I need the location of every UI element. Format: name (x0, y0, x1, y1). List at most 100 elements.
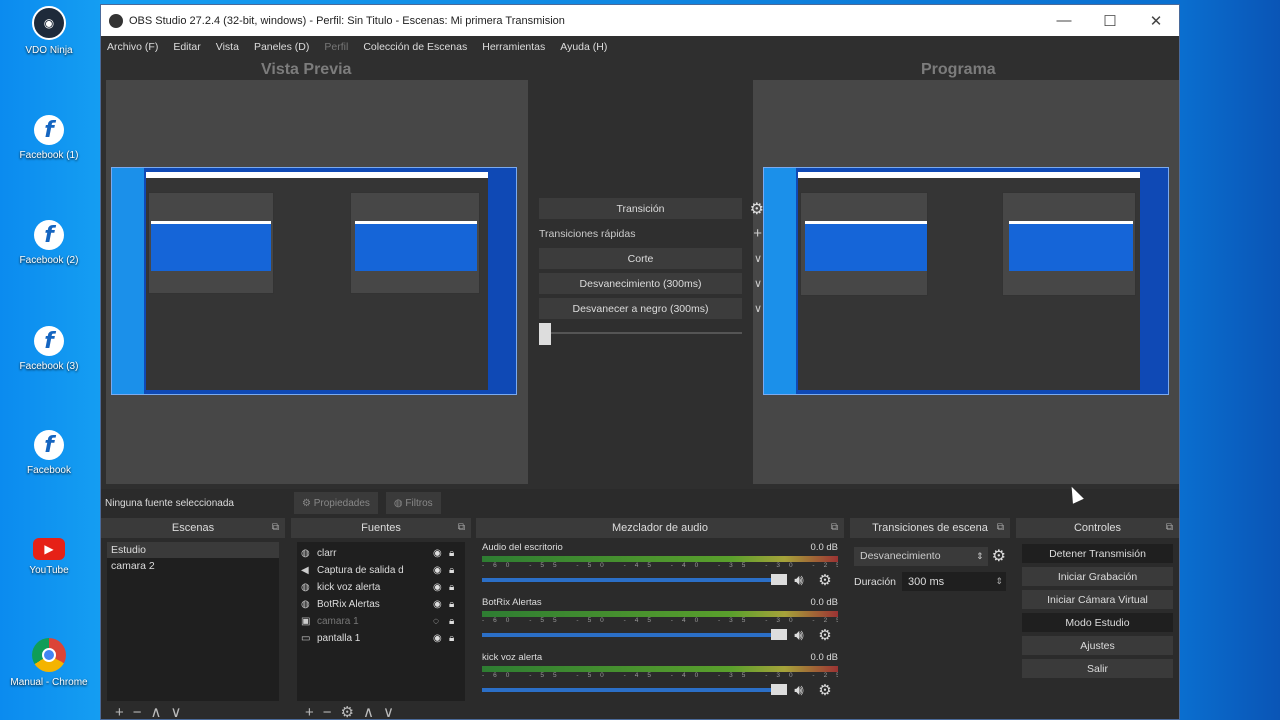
menu-ayuda[interactable]: Ayuda (H) (560, 41, 607, 53)
lock-icon[interactable]: 🔒︎ (449, 633, 465, 644)
gear-icon[interactable]: ⚙ (750, 199, 764, 219)
move-down-icon[interactable]: ∨ (171, 704, 191, 720)
eye-icon[interactable]: ◉ (433, 565, 449, 576)
desktop-icon-facebook[interactable]: f Facebook (6, 428, 92, 476)
remove-icon[interactable]: − (323, 704, 341, 720)
chevron-down-icon[interactable]: ∨ (754, 302, 762, 315)
desktop-icon-label: Facebook (1) (19, 150, 79, 161)
source-item[interactable]: ◍ kick voz alerta ◉ 🔒︎ (297, 579, 465, 596)
quick-transition-fade-black[interactable]: Desvanecer a negro (300ms) ∨ (539, 298, 762, 319)
gear-icon[interactable]: ⚙ (812, 681, 838, 699)
gear-icon[interactable]: ⚙ (992, 546, 1006, 566)
source-item[interactable]: ▣ camara 1 ◌ 🔒︎ (297, 613, 465, 630)
menu-paneles[interactable]: Paneles (D) (254, 41, 309, 53)
lock-icon[interactable]: 🔒︎ (449, 582, 465, 593)
desktop-icon-facebook-3[interactable]: f Facebook (3) (6, 324, 92, 372)
lock-icon[interactable]: 🔒︎ (449, 565, 465, 576)
spin-icon[interactable]: ⇕ (995, 576, 1003, 587)
transition-button[interactable]: Transición ⚙ (539, 198, 764, 219)
title-bar[interactable]: OBS Studio 27.2.4 (32-bit, windows) - Pe… (101, 5, 1179, 36)
float-icon[interactable]: ⧉ (831, 518, 838, 538)
scenes-header: Escenas ⧉ (101, 518, 285, 538)
plus-icon[interactable]: + (753, 225, 762, 242)
settings-button[interactable]: Ajustes (1022, 636, 1173, 655)
transition-slider[interactable] (539, 323, 742, 345)
lock-icon[interactable]: 🔒︎ (449, 616, 465, 627)
float-icon[interactable]: ⧉ (1166, 518, 1173, 538)
add-icon[interactable]: + (305, 704, 323, 720)
volume-slider-handle[interactable] (771, 629, 787, 640)
menu-vista[interactable]: Vista (216, 41, 239, 53)
scene-item-estudio[interactable]: Estudio (107, 542, 279, 558)
start-virtual-camera-button[interactable]: Iniciar Cámara Virtual (1022, 590, 1173, 609)
volume-slider-handle[interactable] (771, 574, 787, 585)
volume-slider-handle[interactable] (771, 684, 787, 695)
desktop-icon-youtube[interactable]: ▶ YouTube (6, 538, 92, 576)
volume-slider[interactable] (482, 574, 787, 585)
desktop-icon-chrome[interactable]: Manual - Chrome (6, 638, 92, 688)
preview-nested-program (350, 192, 480, 294)
menu-archivo[interactable]: Archivo (F) (107, 41, 158, 53)
source-item[interactable]: ▭ pantalla 1 ◉ 🔒︎ (297, 630, 465, 647)
source-item[interactable]: ◀ Captura de salida d ◉ 🔒︎ (297, 562, 465, 579)
lock-icon[interactable]: 🔒︎ (449, 599, 465, 610)
studio-mode-button[interactable]: Modo Estudio (1022, 613, 1173, 632)
eye-icon[interactable]: ◉ (433, 582, 449, 593)
move-up-icon[interactable]: ∧ (363, 704, 383, 720)
source-item[interactable]: ◍ clarr ◉ 🔒︎ (297, 545, 465, 562)
maximize-icon[interactable]: ☐ (1087, 12, 1133, 30)
preview-title: Vista Previa (261, 61, 352, 78)
speaker-icon[interactable]: 🔊︎ (786, 682, 812, 699)
desktop-icon-vdo-ninja[interactable]: ◉ VDO Ninja (6, 6, 92, 56)
gear-icon[interactable]: ⚙ (812, 571, 838, 589)
chevron-down-icon[interactable]: ∨ (754, 277, 762, 290)
program-nested-preview (800, 192, 928, 296)
chevron-down-icon[interactable]: ∨ (754, 252, 762, 265)
start-recording-button[interactable]: Iniciar Grabación (1022, 567, 1173, 586)
menu-editar[interactable]: Editar (173, 41, 200, 53)
program-panel[interactable] (753, 80, 1179, 484)
transition-select[interactable]: Desvanecimiento ⇕ (854, 546, 988, 566)
transition-slider-handle[interactable] (539, 323, 551, 345)
quick-transition-corte[interactable]: Corte ∨ (539, 248, 762, 269)
desktop-icon-label: VDO Ninja (25, 45, 73, 56)
menu-herramientas[interactable]: Herramientas (482, 41, 545, 53)
eye-icon[interactable]: ◉ (433, 548, 449, 559)
float-icon[interactable]: ⧉ (458, 518, 465, 538)
speaker-icon[interactable]: 🔊︎ (786, 572, 812, 589)
source-item[interactable]: ◍ BotRix Alertas ◉ 🔒︎ (297, 596, 465, 613)
eye-hidden-icon[interactable]: ◌ (433, 616, 449, 627)
gear-icon[interactable]: ⚙ (341, 704, 363, 720)
float-icon[interactable]: ⧉ (272, 518, 279, 538)
float-icon[interactable]: ⧉ (997, 518, 1004, 538)
scene-item-camara-2[interactable]: camara 2 (107, 558, 279, 574)
stop-streaming-button[interactable]: Detener Transmisión (1022, 544, 1173, 563)
meter-ticks: -60 -55 -50 -45 -40 -35 -30 -25 -20 -15 … (482, 672, 838, 679)
quick-transition-fade[interactable]: Desvanecimiento (300ms) ∨ (539, 273, 762, 294)
meter-ticks: -60 -55 -50 -45 -40 -35 -30 -25 -20 -15 … (482, 562, 838, 569)
eye-icon[interactable]: ◉ (433, 633, 449, 644)
desktop-icon-facebook-2[interactable]: f Facebook (2) (6, 218, 92, 266)
add-icon[interactable]: + (115, 704, 133, 720)
move-down-icon[interactable]: ∨ (383, 704, 403, 720)
menu-coleccion-escenas[interactable]: Colección de Escenas (363, 41, 467, 53)
volume-slider[interactable] (482, 684, 787, 695)
preview-panel[interactable] (106, 80, 528, 484)
minimize-icon[interactable]: — (1041, 12, 1087, 29)
gear-icon[interactable]: ⚙ (812, 626, 838, 644)
properties-button[interactable]: ⚙ Propiedades (293, 492, 378, 514)
menu-perfil[interactable]: Perfil (324, 41, 348, 53)
audio-mixer-dock: Mezclador de audio ⧉ Audio del escritorio… (476, 518, 844, 720)
volume-slider[interactable] (482, 629, 787, 640)
speaker-icon[interactable]: 🔊︎ (786, 627, 812, 644)
exit-button[interactable]: Salir (1022, 659, 1173, 678)
duration-input[interactable]: 300 ms ⇕ (902, 572, 1006, 591)
desktop-icon-facebook-1[interactable]: f Facebook (1) (6, 113, 92, 161)
move-up-icon[interactable]: ∧ (151, 704, 171, 720)
close-icon[interactable]: ✕ (1133, 12, 1179, 30)
mixer-channel-header: Audio del escritorio 0.0 dB (482, 542, 838, 554)
lock-icon[interactable]: 🔒︎ (449, 548, 465, 559)
remove-icon[interactable]: − (133, 704, 151, 720)
eye-icon[interactable]: ◉ (433, 599, 449, 610)
filters-button[interactable]: ◍ Filtros (385, 492, 441, 514)
